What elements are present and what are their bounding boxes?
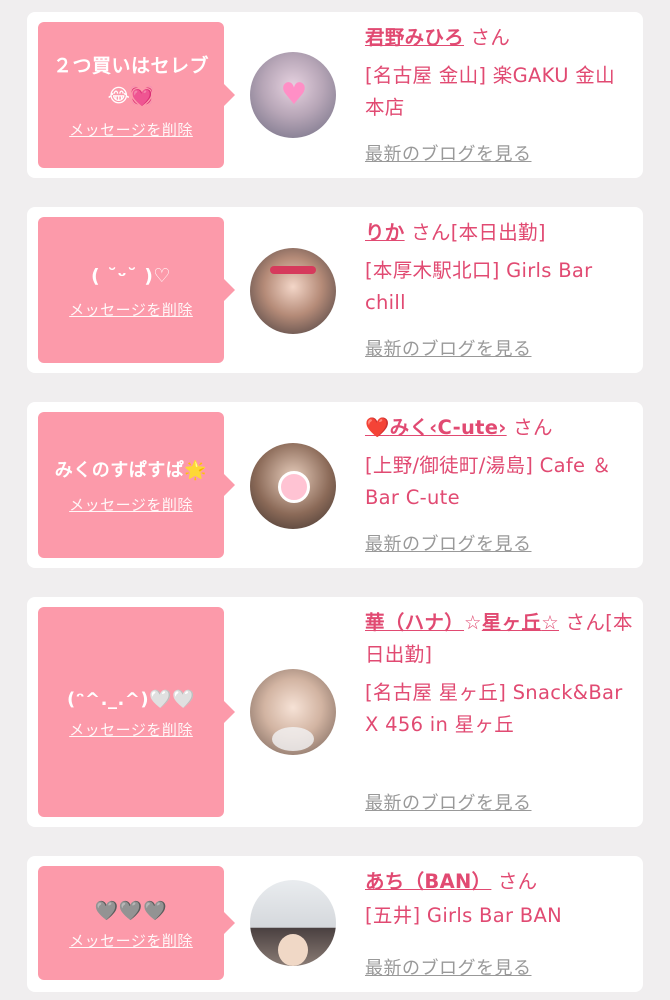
avatar[interactable]: [250, 248, 336, 334]
cast-info: あち（BAN） さん [五井] Girls Bar BAN: [365, 866, 633, 932]
avatar[interactable]: [250, 669, 336, 755]
message-bubble: (ᵔ^._.^)🤍🤍 メッセージを削除: [38, 607, 235, 817]
name-suffix: さん[本日出勤]: [404, 221, 546, 244]
shop-name: [名古屋 金山] 楽GAKU 金山本店: [365, 64, 615, 119]
name-suffix: さん: [491, 870, 538, 893]
shop-name: [上野/御徒町/湯島] Cafe ＆Bar C-ute: [365, 454, 612, 509]
cast-name-link[interactable]: 華（ハナ）: [365, 611, 464, 634]
message-bubble: 🩶🩶🩶 メッセージを削除: [38, 866, 235, 980]
cast-info: 君野みひろ さん [名古屋 金山] 楽GAKU 金山本店: [365, 22, 633, 124]
cast-name-link[interactable]: ❤️みく‹C-ute›: [365, 416, 507, 439]
cast-name-link[interactable]: 君野みひろ: [365, 26, 464, 49]
heart-sticker: ♥: [280, 77, 308, 112]
chat-card: みくのすぱすぱ🌟 メッセージを削除 ❤️みく‹C-ute› さん [上野/御徒町…: [27, 402, 643, 568]
heart-icon: ❤️: [365, 416, 390, 439]
cast-name-text: みく‹C-ute›: [389, 416, 507, 439]
face: [278, 934, 308, 966]
message-text: ２つ買いはセレブ: [52, 54, 209, 77]
cast-info: 華（ハナ）☆星ヶ丘☆ さん[本日出勤] [名古屋 星ヶ丘] Snack&Bar …: [365, 607, 633, 741]
name-suffix: さん: [464, 26, 511, 49]
message-bubble: ( ˘ᵕ˘ )♡ メッセージを削除: [38, 217, 235, 363]
avatar[interactable]: ♥: [250, 52, 336, 138]
message-bubble: みくのすぱすぱ🌟 メッセージを削除: [38, 412, 235, 558]
shop-name: [五井] Girls Bar BAN: [365, 904, 562, 927]
chat-card: 🩶🩶🩶 メッセージを削除 あち（BAN） さん [五井] Girls Bar B…: [27, 856, 643, 992]
cast-info: りか さん[本日出勤] [本厚木駅北口] Girls Bar chill: [365, 217, 633, 319]
chat-card: ( ˘ᵕ˘ )♡ メッセージを削除 りか さん[本日出勤] [本厚木駅北口] G…: [27, 207, 643, 373]
name-suffix: さん: [506, 416, 553, 439]
avatar[interactable]: [250, 443, 336, 529]
message-text: 🩶🩶🩶: [94, 899, 168, 922]
message-text: ( ˘ᵕ˘ )♡: [91, 264, 171, 287]
delete-message-link[interactable]: メッセージを削除: [69, 494, 193, 515]
face-shadow: [272, 727, 314, 751]
message-emoji: 😂💓: [107, 84, 155, 107]
cast-name-link-2[interactable]: 星ヶ丘: [482, 611, 541, 634]
chat-card: (ᵔ^._.^)🤍🤍 メッセージを削除 華（ハナ）☆星ヶ丘☆ さん[本日出勤] …: [27, 597, 643, 827]
message-text: (ᵔ^._.^)🤍🤍: [67, 688, 195, 710]
latest-blog-link[interactable]: 最新のブログを見る: [365, 789, 532, 815]
shop-name: [名古屋 星ヶ丘] Snack&Bar X 456 in 星ヶ丘: [365, 681, 623, 736]
avatar[interactable]: [250, 880, 336, 966]
latest-blog-link[interactable]: 最新のブログを見る: [365, 140, 532, 166]
latest-blog-link[interactable]: 最新のブログを見る: [365, 954, 532, 980]
shop-name: [本厚木駅北口] Girls Bar chill: [365, 259, 593, 314]
cast-name-link[interactable]: あち（BAN）: [365, 870, 491, 893]
message-text: みくのすぱすぱ🌟: [54, 459, 208, 481]
latest-blog-link[interactable]: 最新のブログを見る: [365, 530, 532, 556]
cast-name-link[interactable]: りか: [365, 221, 405, 244]
star-mark-end: ☆: [541, 611, 560, 634]
flower-crown: [270, 266, 316, 274]
star-mark: ☆: [464, 611, 482, 634]
latest-blog-link[interactable]: 最新のブログを見る: [365, 335, 532, 361]
chat-card: ２つ買いはセレブ 😂💓 メッセージを削除 ♥ 君野みひろ さん [名古屋 金山]…: [27, 12, 643, 178]
delete-message-link[interactable]: メッセージを削除: [69, 930, 193, 951]
delete-message-link[interactable]: メッセージを削除: [69, 119, 193, 140]
message-bubble: ２つ買いはセレブ 😂💓 メッセージを削除: [38, 22, 235, 168]
flower-sticker: [278, 471, 310, 503]
delete-message-link[interactable]: メッセージを削除: [69, 719, 193, 740]
delete-message-link[interactable]: メッセージを削除: [69, 299, 193, 320]
cast-info: ❤️みく‹C-ute› さん [上野/御徒町/湯島] Cafe ＆Bar C-u…: [365, 412, 633, 514]
